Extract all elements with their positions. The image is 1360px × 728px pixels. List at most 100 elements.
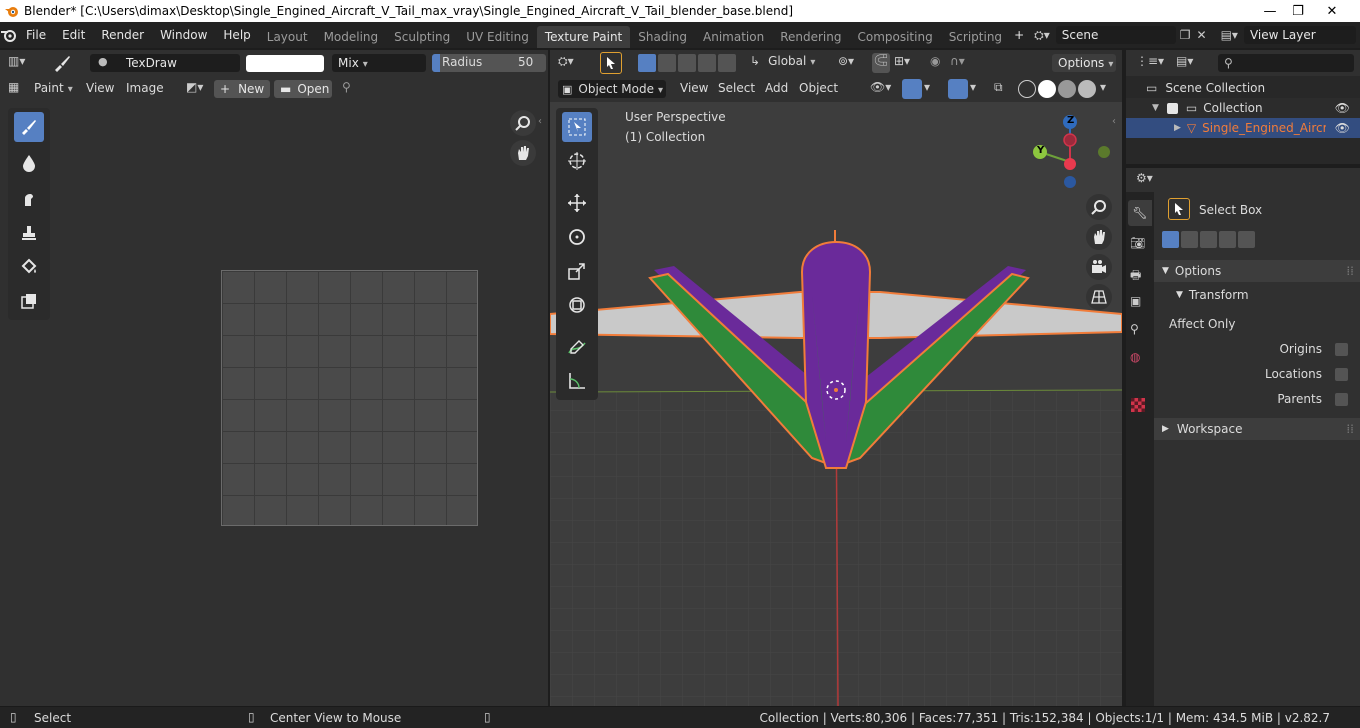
outliner-row-collection[interactable]: ▼ ▭ Collection 👁︎ [1126, 98, 1360, 118]
blender-menu-icon[interactable] [0, 27, 18, 43]
pin-icon[interactable]: ⚲ [342, 80, 351, 94]
collection-visibility-eye-icon[interactable]: 👁︎ [1335, 101, 1350, 115]
pan-nav-button[interactable] [510, 140, 536, 166]
image-editor-canvas[interactable]: ‹ [0, 102, 548, 706]
new-image-button[interactable]: + New [214, 80, 270, 98]
editor-type-3d-icon[interactable]: ⛭▾ [558, 54, 574, 69]
select-tool-icon[interactable] [600, 52, 622, 74]
visibility-selectability-icon[interactable]: 👁︎▾ [870, 80, 891, 94]
material-preview-icon[interactable] [1058, 80, 1076, 98]
tool-select-intersect-icon[interactable] [1238, 231, 1255, 248]
scene-tab-icon[interactable]: ⚲ [1130, 322, 1139, 336]
overlays-toggle-icon[interactable] [948, 79, 968, 99]
brush-name-field[interactable]: TexDraw [90, 54, 240, 72]
tool-select-extend-icon[interactable] [1181, 231, 1198, 248]
select-box-tool-button[interactable] [562, 112, 592, 142]
image-editor-menu-image[interactable]: Image [126, 81, 164, 95]
parents-checkbox[interactable] [1335, 393, 1348, 406]
move-tool-button[interactable] [562, 188, 592, 218]
select-mode-buttons[interactable] [638, 54, 736, 72]
viewport-menu-add[interactable]: Add [765, 81, 788, 95]
browse-image-icon[interactable]: ◩▾ [186, 80, 203, 94]
menu-window[interactable]: Window [152, 22, 215, 48]
viewport-canvas[interactable]: User Perspective (1) Collection Z Y ‹ [550, 102, 1122, 706]
tab-scripting[interactable]: Scripting [941, 26, 1010, 48]
menu-edit[interactable]: Edit [54, 22, 93, 48]
shading-dropdown-icon[interactable]: ▾ [1100, 80, 1106, 94]
viewport-sidebar-toggle-icon[interactable]: ‹ [1112, 116, 1116, 127]
annotate-tool-button[interactable] [562, 332, 592, 362]
select-new-icon[interactable] [638, 54, 656, 72]
proportional-editing-icon[interactable]: ◉ [930, 54, 940, 68]
locations-checkbox[interactable] [1335, 368, 1348, 381]
rotate-tool-button[interactable] [562, 222, 592, 252]
smear-tool-button[interactable] [14, 184, 44, 214]
scene-selector[interactable]: ⛭▾ Scene ❐ ✕ [1034, 26, 1207, 44]
soften-tool-button[interactable] [14, 148, 44, 178]
editor-type-icon[interactable]: ▥▾ [8, 54, 25, 68]
workspace-panel-header[interactable]: ▶ Workspace ⁞⁞ [1154, 418, 1360, 440]
menu-render[interactable]: Render [93, 22, 152, 48]
select-subtract-icon[interactable] [678, 54, 696, 72]
remove-scene-icon[interactable]: ✕ [1197, 28, 1207, 42]
tab-modeling[interactable]: Modeling [316, 26, 387, 48]
object-mode-dropdown[interactable]: ▣ Object Mode [558, 80, 666, 98]
brush-color-swatch[interactable] [246, 55, 324, 72]
output-tab-printer-icon[interactable]: 🖶 [1130, 266, 1141, 287]
camera-view-button[interactable] [1086, 254, 1112, 280]
zoom-nav-button[interactable] [510, 110, 536, 136]
object-visibility-eye-icon[interactable]: 👁︎ [1335, 121, 1350, 135]
tab-shading[interactable]: Shading [630, 26, 695, 48]
outliner-row-object[interactable]: ▶ ▽ Single_Engined_Aircraft_ 👁︎ [1126, 118, 1360, 138]
overlays-dropdown-icon[interactable]: ▾ [970, 80, 976, 94]
rendered-shading-icon[interactable] [1078, 80, 1096, 98]
add-workspace-icon[interactable]: + [1010, 22, 1028, 48]
render-tab-camera-icon[interactable]: 📷︎ [1130, 236, 1145, 250]
image-editor-menu-view[interactable]: View [86, 81, 114, 95]
transform-orientation-dropdown[interactable]: ↳ Global [750, 54, 815, 68]
object-expand-icon[interactable]: ▶ [1174, 123, 1181, 133]
brush-selector[interactable]: TexDraw ● [90, 54, 240, 72]
gizmo-toggle-icon[interactable] [902, 79, 922, 99]
tool-select-mode-buttons[interactable] [1162, 231, 1255, 248]
outliner-row-scene-collection[interactable]: ▭ Scene Collection [1126, 78, 1360, 98]
origins-checkbox[interactable] [1335, 343, 1348, 356]
new-scene-icon[interactable]: ❐ [1180, 28, 1191, 42]
menu-help[interactable]: Help [215, 22, 258, 48]
properties-editor-type-icon[interactable]: ⚙▾ [1136, 171, 1153, 185]
clone-tool-button[interactable] [14, 218, 44, 248]
wireframe-shading-icon[interactable] [1018, 80, 1036, 98]
mask-tool-button[interactable] [14, 286, 44, 316]
world-tab-globe-icon[interactable]: ◍ [1130, 350, 1140, 364]
scale-tool-button[interactable] [562, 256, 592, 286]
view-layer-selector[interactable]: ▤▾ View Layer ❐ ✕ [1221, 26, 1360, 44]
tool-select-new-icon[interactable] [1162, 231, 1179, 248]
select-invert-icon[interactable] [698, 54, 716, 72]
solid-shading-icon[interactable] [1038, 80, 1056, 98]
cursor-tool-button[interactable] [562, 146, 592, 176]
tab-sculpting[interactable]: Sculpting [386, 26, 458, 48]
tab-animation[interactable]: Animation [695, 26, 772, 48]
gizmo-dropdown-icon[interactable]: ▾ [924, 80, 930, 94]
paint-mode-dropdown[interactable]: Paint [34, 81, 73, 95]
select-extend-icon[interactable] [658, 54, 676, 72]
viewport-menu-object[interactable]: Object [799, 81, 838, 95]
outliner-editor-type-icon[interactable]: ⋮≡▾ [1136, 54, 1164, 68]
minimize-button[interactable]: — [1256, 0, 1284, 22]
scene-name-field[interactable]: Scene [1055, 26, 1176, 44]
workspace-drag-handle-icon[interactable]: ⁞⁞ [1346, 422, 1354, 436]
display-mode-icon[interactable]: ▤▾ [1176, 54, 1193, 68]
blend-mode-dropdown[interactable]: Mix [332, 54, 426, 72]
transform-subpanel-header[interactable]: ▼ Transform [1154, 284, 1360, 306]
restore-button[interactable]: ❐ [1284, 0, 1312, 22]
tab-texture-paint[interactable]: Texture Paint [536, 26, 631, 48]
options-drag-handle-icon[interactable]: ⁞⁞ [1346, 264, 1354, 278]
view-layer-field[interactable]: View Layer [1243, 26, 1356, 44]
sidebar-toggle-icon[interactable]: ‹ [538, 116, 542, 127]
tool-tab-wrench-icon[interactable]: 🔧︎ [1128, 200, 1152, 226]
shading-mode-buttons[interactable] [1018, 80, 1096, 98]
collection-include-checkbox[interactable] [1166, 102, 1178, 114]
brush-icon[interactable] [52, 53, 72, 73]
collection-expand-icon[interactable]: ▼ [1152, 103, 1159, 113]
viewport-zoom-button[interactable] [1086, 194, 1112, 220]
